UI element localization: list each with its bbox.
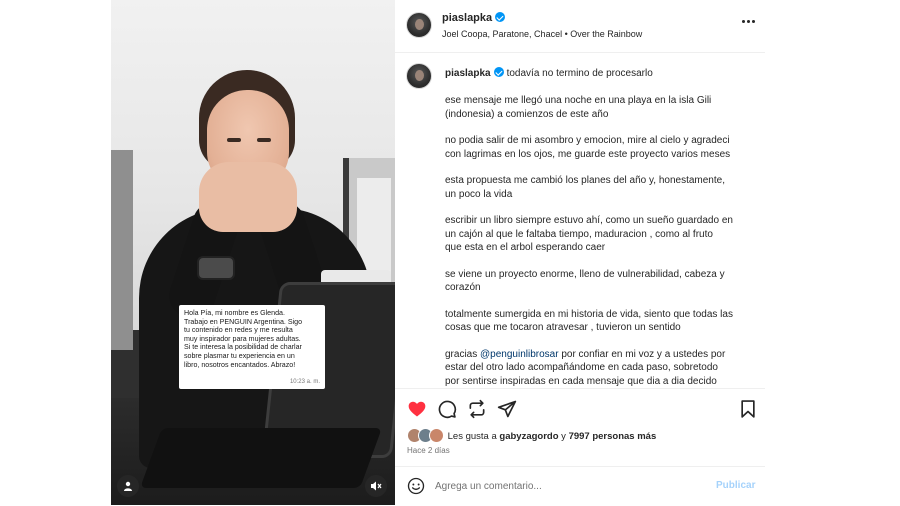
emoji-button[interactable]: [407, 477, 425, 495]
comment-button[interactable]: [437, 399, 457, 419]
verified-badge-icon: [495, 12, 506, 22]
smiley-icon: [407, 477, 425, 495]
mute-toggle-button[interactable]: [365, 475, 387, 497]
save-button[interactable]: [738, 399, 758, 419]
post-timestamp[interactable]: Hace 2 días: [407, 446, 450, 455]
caption-body: ese mensaje me llegó una noche en una pl…: [445, 94, 755, 388]
more-options-button[interactable]: [742, 20, 758, 26]
avatar[interactable]: [406, 63, 432, 89]
send-icon: [497, 400, 517, 418]
caption-paragraph: no podia salir de mi asombro y emocion, …: [445, 135, 731, 160]
audio-attribution[interactable]: Joel Coopa, Paratone, Chacel • Over the …: [442, 29, 642, 39]
bookmark-icon: [741, 400, 755, 418]
message-line: Hola Pía, mi nombre es Glenda.: [184, 309, 285, 317]
caption-area: piaslapka todavía no termino de procesarl…: [395, 52, 765, 388]
header-username[interactable]: piaslapka: [442, 12, 506, 24]
message-line: muy inspirador para mujeres adultas.: [184, 334, 301, 343]
speaker-muted-icon: [371, 481, 382, 491]
repost-icon: [469, 399, 485, 419]
post-header: piaslapka Joel Coopa, Paratone, Chacel •…: [395, 0, 765, 53]
tagged-people-button[interactable]: [117, 475, 139, 497]
caption-paragraph: escribir un libro siempre estuvo ahí, co…: [445, 215, 733, 253]
message-line: Si te interesa la posibilidad de charlar: [184, 343, 302, 352]
caption-paragraph: totalmente sumergida en mi historia de v…: [445, 308, 733, 334]
message-line: sobre plasmar tu experiencia en un: [184, 351, 295, 360]
avatar[interactable]: [406, 12, 432, 38]
publish-button[interactable]: Publicar: [716, 480, 755, 491]
verified-badge-icon: [493, 67, 504, 77]
liker-username[interactable]: gabyzagordo: [499, 431, 558, 442]
avatar: [429, 428, 444, 443]
post-photo: [111, 0, 395, 505]
message-time: 10:23 a. m.: [289, 379, 320, 386]
likes-count[interactable]: 7997 personas más: [569, 431, 657, 442]
caption-header: piaslapka todavía no termino de procesarl…: [445, 67, 653, 79]
message-line: Trabajo en PENGUIN Argentina. Sigo: [184, 317, 303, 326]
heart-filled-icon: [408, 401, 426, 417]
caption-first-line: todavía no termino de procesarlo: [506, 68, 653, 79]
comment-composer: Publicar: [395, 466, 765, 506]
user-icon: [124, 481, 132, 491]
comment-icon: [438, 400, 457, 419]
send-button[interactable]: [497, 399, 517, 419]
comment-input[interactable]: [435, 477, 685, 495]
action-bar: [395, 388, 765, 429]
message-screenshot-card: Hola Pía, mi nombre es Glenda. Trabajo e…: [179, 305, 325, 389]
mention-link[interactable]: @penguinlibrosar: [480, 349, 559, 360]
caption-paragraph: ese mensaje me llegó una noche en una pl…: [445, 95, 712, 120]
caption-username[interactable]: piaslapka: [445, 68, 491, 79]
likes-summary[interactable]: Les gusta a gabyzagordo y 7997 personas …: [407, 428, 656, 444]
message-line: tu contenido en redes y me resulta: [184, 326, 293, 335]
instagram-post-view: Hola Pía, mi nombre es Glenda. Trabajo e…: [0, 0, 900, 505]
post-details-panel: piaslapka Joel Coopa, Paratone, Chacel •…: [395, 0, 765, 505]
repost-button[interactable]: [467, 399, 487, 419]
caption-paragraph: gracias @penguinlibrosar por confiar en …: [445, 348, 726, 387]
like-button[interactable]: [407, 399, 427, 419]
username-text[interactable]: piaslapka: [442, 12, 492, 24]
post-media[interactable]: [111, 0, 395, 505]
more-horizontal-icon: [742, 20, 745, 23]
caption-paragraph: se viene un proyecto enorme, lleno de vu…: [445, 268, 725, 294]
message-line: libro, nosotros encantados. Abrazo!: [184, 360, 296, 369]
liker-avatars: [407, 428, 445, 443]
caption-paragraph: esta propuesta me cambió los planes del …: [445, 175, 725, 200]
